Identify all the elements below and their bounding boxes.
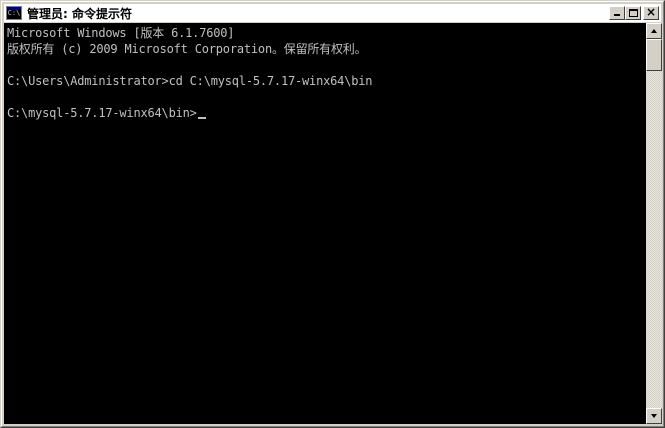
maximize-icon — [629, 9, 638, 17]
minimize-button[interactable] — [609, 6, 625, 20]
console-window: C:\ 管理员: 命令提示符 × Microsoft Windows [版本 6… — [0, 0, 665, 428]
close-icon: × — [645, 5, 657, 19]
scroll-up-button[interactable] — [646, 23, 662, 39]
scroll-down-button[interactable] — [646, 408, 662, 424]
maximize-button[interactable] — [625, 6, 641, 20]
window-title: 管理员: 命令提示符 — [27, 6, 132, 21]
console-line-1: Microsoft Windows [版本 6.1.7600] — [7, 26, 235, 40]
cmd-icon-label: C:\ — [7, 9, 21, 17]
title-buttons: × — [609, 5, 659, 20]
console-output[interactable]: Microsoft Windows [版本 6.1.7600] 版权所有 (c)… — [4, 23, 646, 424]
scroll-thumb[interactable] — [646, 39, 662, 71]
title-bar[interactable]: C:\ 管理员: 命令提示符 × — [4, 4, 661, 22]
prompt-line[interactable]: C:\mysql-5.7.17-winx64\bin> — [7, 105, 206, 121]
cmd-icon[interactable]: C:\ — [6, 6, 22, 20]
minimize-icon — [614, 14, 620, 16]
vertical-scrollbar[interactable] — [646, 23, 662, 424]
console-line-2: 版权所有 (c) 2009 Microsoft Corporation。保留所有… — [7, 42, 367, 56]
scroll-down-arrow-icon — [651, 414, 657, 418]
prompt-text: C:\mysql-5.7.17-winx64\bin> — [7, 106, 197, 120]
close-button[interactable]: × — [643, 5, 659, 20]
text-cursor — [197, 117, 206, 119]
scroll-up-arrow-icon — [651, 29, 657, 33]
console-line-4: C:\Users\Administrator>cd C:\mysql-5.7.1… — [7, 74, 373, 88]
